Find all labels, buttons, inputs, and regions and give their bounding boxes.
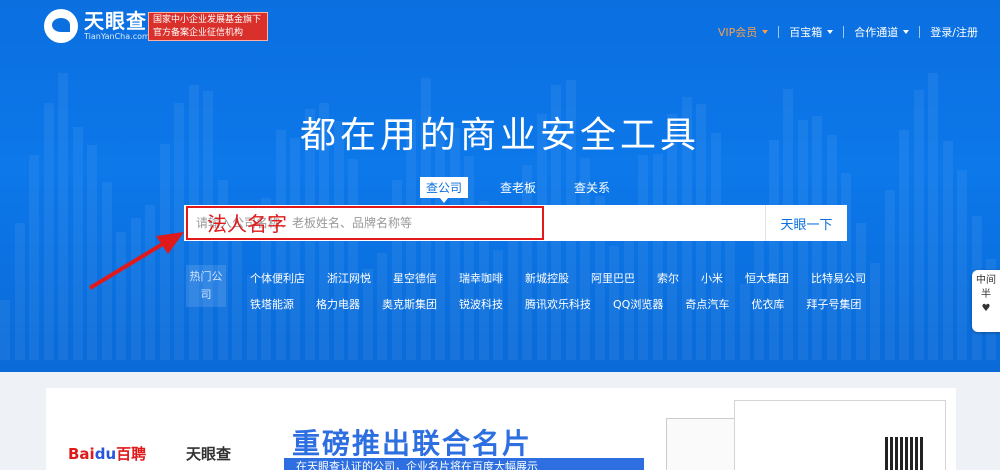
hot-company-link[interactable]: 锐波科技 <box>459 296 503 312</box>
business-card-mockup <box>734 400 946 470</box>
annotation-label: 法人名字 <box>207 212 287 236</box>
background-bar <box>14 222 25 360</box>
hot-company-link[interactable]: 星空德信 <box>393 270 437 286</box>
nav-login[interactable]: 登录/注册 <box>920 24 988 40</box>
certification-badge: 国家中小企业发展基金旗下 官方备案企业征信机构 <box>148 12 268 41</box>
hot-company-link[interactable]: 恒大集团 <box>745 270 789 286</box>
hot-company-link[interactable]: 个体便利店 <box>250 270 305 286</box>
hot-company-link[interactable]: 阿里巴巴 <box>591 270 635 286</box>
background-bar <box>855 223 866 360</box>
hot-company-link[interactable]: 奇点汽车 <box>685 296 729 312</box>
background-bar <box>0 300 10 360</box>
banner-subtitle: 在天眼查认证的公司，企业名片将在百度大幅展示 <box>284 458 644 470</box>
hot-company-link[interactable]: 优衣库 <box>751 296 784 312</box>
background-bar <box>275 129 286 360</box>
background-bar <box>899 129 909 360</box>
hot-company-link[interactable]: 浙江网悦 <box>327 270 371 286</box>
hot-company-link[interactable]: 新城控股 <box>525 270 569 286</box>
qr-code-icon <box>885 437 923 470</box>
logo-domain: TianYanCha.com <box>84 32 150 41</box>
tab-company[interactable]: 查公司 <box>420 177 469 203</box>
hero-headline: 都在用的商业安全工具 <box>299 115 700 156</box>
tab-relation[interactable]: 查关系 <box>568 177 616 198</box>
background-bar <box>652 154 663 360</box>
chevron-down-icon <box>827 30 834 34</box>
chevron-down-icon <box>762 30 769 34</box>
background-bar <box>72 126 83 360</box>
heart-icon: ♥ <box>981 303 991 314</box>
background-bar <box>870 262 880 360</box>
hot-company-link[interactable]: 比特易公司 <box>811 270 866 286</box>
nav-vip[interactable]: VIP会员 <box>708 24 778 40</box>
background-bar <box>29 154 39 360</box>
logo-name: 天眼查 <box>84 9 147 33</box>
hot-companies-list: 个体便利店 浙江网悦 星空德信 瑞幸咖啡 新城控股 阿里巴巴 索尔 小米 恒大集… <box>250 265 866 317</box>
search-button[interactable]: 天眼一下 <box>765 205 847 241</box>
hero-section: 天眼查 TianYanCha.com 国家中小企业发展基金旗下 官方备案企业征信… <box>0 0 1000 372</box>
background-bar <box>710 133 721 360</box>
background-bar <box>957 170 967 360</box>
hot-companies-label: 热门公司 <box>186 265 226 307</box>
hot-company-link[interactable]: 小米 <box>701 270 723 286</box>
hot-company-link[interactable]: 拜子号集团 <box>806 296 861 312</box>
side-float-tab[interactable]: 中间半 ♥ <box>972 270 1000 332</box>
background-bar <box>942 141 953 360</box>
background-bar <box>232 224 242 360</box>
nav-partner[interactable]: 合作通道 <box>844 24 919 40</box>
background-bar <box>768 139 779 360</box>
hot-company-link[interactable]: 铁塔能源 <box>250 296 294 312</box>
background-bar <box>449 127 460 360</box>
promo-banner[interactable]: Baidu百聘 天眼查 重磅推出联合名片 在天眼查认证的公司，企业名片将在百度大… <box>46 388 956 470</box>
background-bar <box>884 189 895 360</box>
chevron-down-icon <box>903 30 910 34</box>
background-bar <box>826 134 837 360</box>
banner-title: 重磅推出联合名片 <box>292 427 533 460</box>
site-logo[interactable]: 天眼查 TianYanCha.com <box>44 9 150 43</box>
hot-company-link[interactable]: 索尔 <box>657 270 679 286</box>
hot-company-link[interactable]: QQ浏览器 <box>613 296 663 312</box>
hot-company-link[interactable]: 腾讯欢乐科技 <box>525 296 591 312</box>
nav-toolbox[interactable]: 百宝箱 <box>779 24 843 40</box>
background-bar <box>348 158 358 360</box>
tab-boss[interactable]: 查老板 <box>494 177 542 198</box>
hot-row: 个体便利店 浙江网悦 星空德信 瑞幸咖啡 新城控股 阿里巴巴 索尔 小米 恒大集… <box>250 265 866 291</box>
eye-logo-icon <box>44 9 78 43</box>
hot-company-link[interactable]: 瑞幸咖啡 <box>459 270 503 286</box>
search-tabs: 查公司 查老板 查关系 <box>420 177 642 203</box>
hot-row: 铁塔能源 格力电器 奥克斯集团 锐波科技 腾讯欢乐科技 QQ浏览器 奇点汽车 优… <box>250 291 861 317</box>
hot-company-link[interactable]: 奥克斯集团 <box>382 296 437 312</box>
background-bar <box>290 138 300 360</box>
baidu-logo: Baidu百聘 <box>68 445 147 463</box>
tianyancha-logo: 天眼查 <box>186 445 232 463</box>
top-nav: VIP会员 百宝箱 合作通道 登录/注册 <box>708 24 988 40</box>
annotation-arrow-icon <box>88 232 184 290</box>
hot-company-link[interactable]: 格力电器 <box>316 296 360 312</box>
